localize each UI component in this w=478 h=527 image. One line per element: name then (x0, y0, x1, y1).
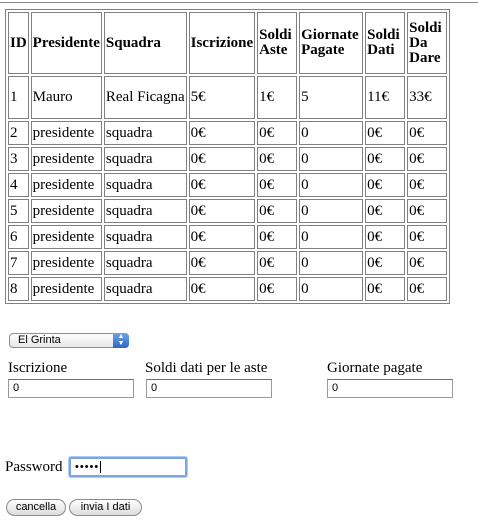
table-cell: 5€ (188, 76, 256, 119)
table-header-row: ID Presidente Squadra Iscrizione Soldi A… (8, 12, 448, 74)
col-presidente: Presidente (30, 12, 102, 74)
table-cell: 0 (299, 199, 364, 223)
table-cell: 7 (8, 251, 29, 275)
table-cell: 0€ (365, 173, 406, 197)
table-cell: 0€ (257, 147, 298, 171)
col-soldi-da-dare: Soldi Da Dare (407, 12, 448, 74)
table-cell: 11€ (365, 76, 406, 119)
table-cell: squadra (103, 277, 187, 301)
password-input[interactable]: ••••• (68, 456, 188, 478)
teams-table: ID Presidente Squadra Iscrizione Soldi A… (5, 9, 451, 304)
table-cell: 0€ (188, 121, 256, 145)
col-id: ID (8, 12, 29, 74)
table-cell: 0€ (365, 277, 406, 301)
table-cell: 0€ (407, 277, 448, 301)
table-cell: presidente (30, 251, 102, 275)
table-cell: 0€ (257, 199, 298, 223)
table-cell: 5 (8, 199, 29, 223)
table-cell: squadra (103, 121, 187, 145)
table-cell: 0 (299, 147, 364, 171)
table-cell: 0€ (188, 199, 256, 223)
table-cell: 0€ (365, 225, 406, 249)
table-cell: 0 (299, 173, 364, 197)
col-soldi-aste: Soldi Aste (257, 12, 298, 74)
table-cell: 1€ (257, 76, 298, 119)
table-cell: 0 (299, 277, 364, 301)
table-cell: 1 (8, 76, 29, 119)
table-cell: 0€ (365, 251, 406, 275)
table-row: 1 Mauro Real Ficagna 5€ 1€ 5 11€ 33€ (8, 76, 448, 119)
table-cell: 0€ (407, 147, 448, 171)
table-cell: 3 (8, 147, 29, 171)
col-giornate-pagate: Giornate Pagate (299, 12, 364, 74)
cancel-button[interactable]: cancella (6, 499, 66, 516)
iscrizione-label: Iscrizione (8, 360, 68, 376)
table-row: 7 presidente squadra 0€ 0€ 0 0€ 0€ (8, 251, 448, 275)
soldi-aste-input[interactable]: 0 (146, 379, 272, 398)
giornate-label: Giornate pagate (327, 360, 423, 376)
table-cell: 4 (8, 173, 29, 197)
table-cell: squadra (103, 147, 187, 171)
table-row: 5 presidente squadra 0€ 0€ 0 0€ 0€ (8, 199, 448, 223)
table-cell: presidente (30, 173, 102, 197)
table-cell: 0€ (257, 251, 298, 275)
table-cell: presidente (30, 121, 102, 145)
table-cell: 0 (299, 225, 364, 249)
table-cell: Real Ficagna (103, 76, 187, 119)
team-select-value: El Grinta (18, 334, 61, 346)
table-row: 4 presidente squadra 0€ 0€ 0 0€ 0€ (8, 173, 448, 197)
table-cell: presidente (30, 147, 102, 171)
table-cell: 0 (299, 121, 364, 145)
table-cell: 0€ (257, 173, 298, 197)
table-cell: presidente (30, 199, 102, 223)
col-squadra: Squadra (103, 12, 187, 74)
table-cell: 2 (8, 121, 29, 145)
table-cell: 0€ (407, 225, 448, 249)
table-cell: 0€ (188, 147, 256, 171)
soldi-aste-label: Soldi dati per le aste (145, 360, 268, 376)
table-cell: 0€ (188, 173, 256, 197)
top-divider (0, 2, 478, 3)
table-cell: squadra (103, 225, 187, 249)
table-cell: 0€ (407, 199, 448, 223)
table-cell: 0€ (365, 199, 406, 223)
team-select[interactable]: El Grinta ▲ ▼ (9, 333, 129, 348)
table-cell: 0€ (407, 251, 448, 275)
submit-button[interactable]: invia I dati (69, 499, 142, 516)
text-caret (100, 461, 102, 474)
table-cell: squadra (103, 173, 187, 197)
table-cell: squadra (103, 199, 187, 223)
table-cell: 0€ (188, 251, 256, 275)
table-row: 8 presidente squadra 0€ 0€ 0 0€ 0€ (8, 277, 448, 301)
table-cell: 0€ (257, 121, 298, 145)
table-cell: 0€ (257, 277, 298, 301)
col-iscrizione: Iscrizione (188, 12, 256, 74)
table-cell: 6 (8, 225, 29, 249)
col-soldi-dati: Soldi Dati (365, 12, 406, 74)
table-cell: 0 (299, 251, 364, 275)
iscrizione-input[interactable]: 0 (8, 379, 134, 398)
table-cell: presidente (30, 225, 102, 249)
select-arrows-icon: ▲ ▼ (113, 333, 129, 348)
table-cell: Mauro (30, 76, 102, 119)
table-row: 3 presidente squadra 0€ 0€ 0 0€ 0€ (8, 147, 448, 171)
table-cell: 5 (299, 76, 364, 119)
table-cell: squadra (103, 251, 187, 275)
table-row: 6 presidente squadra 0€ 0€ 0 0€ 0€ (8, 225, 448, 249)
table-cell: 0€ (407, 121, 448, 145)
table-cell: presidente (30, 277, 102, 301)
table-cell: 33€ (407, 76, 448, 119)
table-cell: 8 (8, 277, 29, 301)
table-cell: 0€ (365, 121, 406, 145)
table-cell: 0€ (188, 225, 256, 249)
password-value: ••••• (75, 461, 100, 473)
table-cell: 0€ (407, 173, 448, 197)
table-cell: 0€ (365, 147, 406, 171)
table-cell: 0€ (188, 277, 256, 301)
giornate-input[interactable]: 0 (327, 379, 453, 398)
table-cell: 0€ (257, 225, 298, 249)
table-row: 2 presidente squadra 0€ 0€ 0 0€ 0€ (8, 121, 448, 145)
password-label: Password (5, 459, 63, 475)
